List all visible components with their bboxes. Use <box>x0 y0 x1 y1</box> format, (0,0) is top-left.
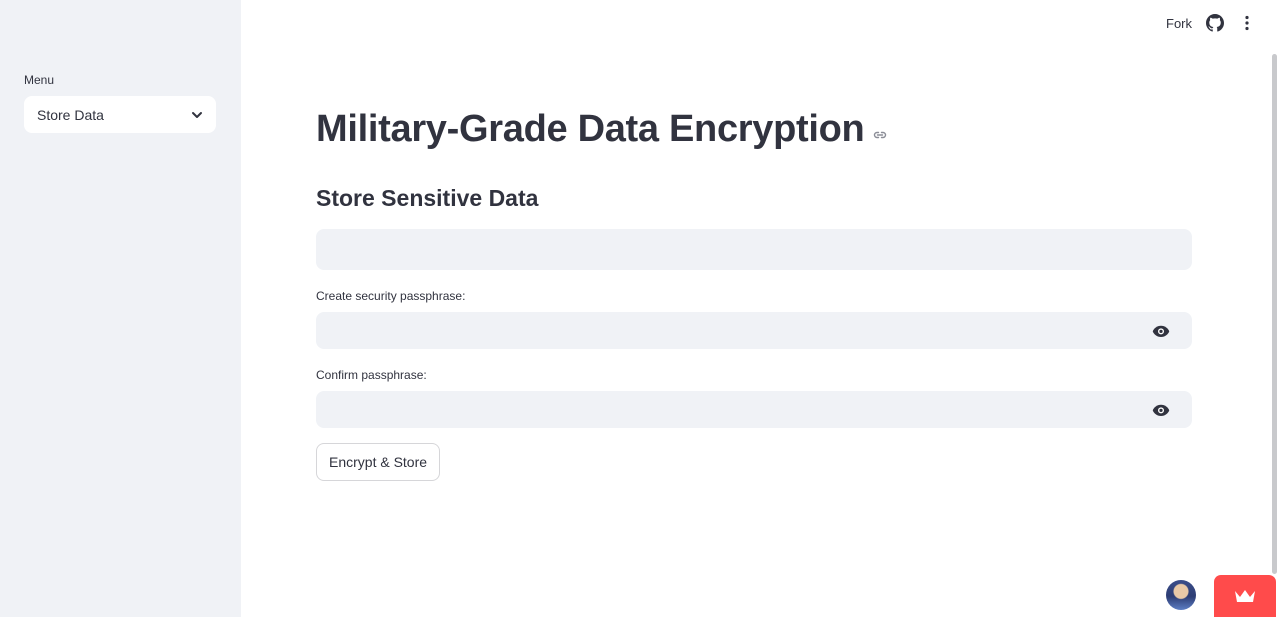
sensitive-data-input[interactable] <box>316 229 1192 270</box>
menu-label: Menu <box>24 73 55 87</box>
github-button[interactable] <box>1206 14 1224 32</box>
passphrase-label: Create security passphrase: <box>316 289 466 303</box>
confirm-passphrase-label: Confirm passphrase: <box>316 368 427 382</box>
more-vertical-icon <box>1245 15 1249 31</box>
scrollbar[interactable] <box>1272 54 1277 574</box>
confirm-passphrase-input[interactable] <box>316 391 1192 428</box>
sidebar: Menu Store Data <box>0 0 241 617</box>
title-row: Military-Grade Data Encryption <box>316 108 888 151</box>
encrypt-store-button[interactable]: Encrypt & Store <box>316 443 441 481</box>
github-icon <box>1206 14 1224 32</box>
passphrase-input[interactable] <box>316 312 1192 349</box>
chevron-down-icon <box>192 111 202 118</box>
menu-select-value: Store Data <box>37 106 104 123</box>
page-title: Military-Grade Data Encryption <box>316 108 865 150</box>
eye-icon[interactable] <box>1152 322 1170 340</box>
menu-select[interactable]: Store Data <box>24 96 216 133</box>
streamlit-badge[interactable] <box>1214 575 1276 617</box>
fork-button[interactable]: Fork <box>1166 16 1192 31</box>
crown-icon <box>1235 590 1255 602</box>
toolbar: Fork <box>1166 14 1256 32</box>
eye-icon[interactable] <box>1152 401 1170 419</box>
more-menu-button[interactable] <box>1238 14 1256 32</box>
avatar[interactable] <box>1166 580 1196 610</box>
section-subheader: Store Sensitive Data <box>316 185 539 211</box>
link-icon[interactable] <box>872 127 888 143</box>
